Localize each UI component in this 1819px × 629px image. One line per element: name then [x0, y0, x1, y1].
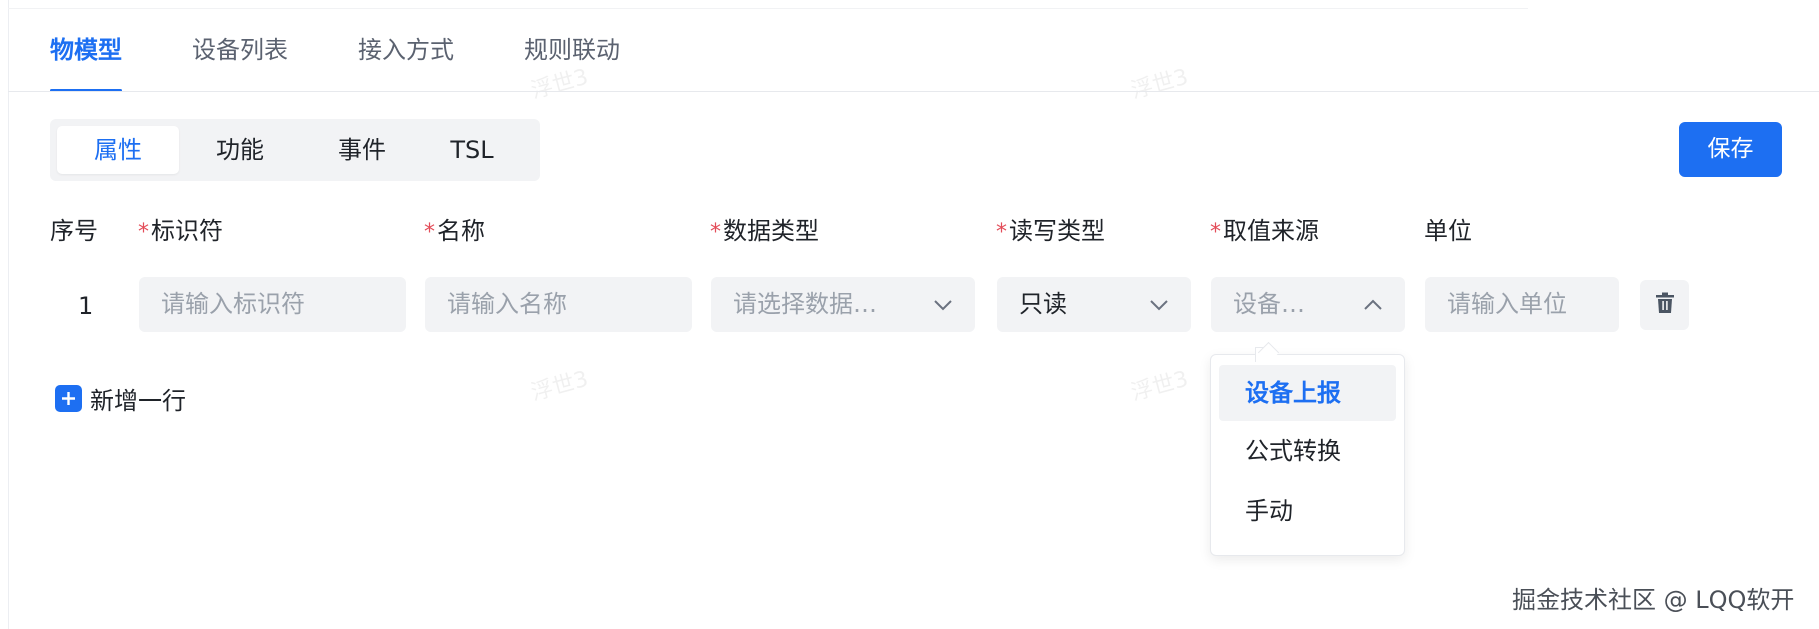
- column-header-data-type: *数据类型: [710, 211, 819, 246]
- column-label: 名称: [437, 217, 485, 245]
- column-header-unit: 单位: [1424, 217, 1472, 245]
- tab-rule-linkage[interactable]: 规则联动: [524, 28, 620, 92]
- footer-watermark: 掘金技术社区 @ LQQ软开: [1512, 586, 1795, 614]
- tab-device-list[interactable]: 设备列表: [192, 28, 288, 92]
- required-mark: *: [710, 220, 721, 245]
- required-mark: *: [138, 220, 149, 245]
- required-mark: *: [1210, 220, 1221, 245]
- segment-tsl[interactable]: TSL: [411, 126, 533, 174]
- trash-icon: [1655, 292, 1675, 318]
- dropdown-option-device-report[interactable]: 设备上报: [1219, 365, 1396, 421]
- required-mark: *: [996, 220, 1007, 245]
- rw-type-select[interactable]: 只读: [997, 277, 1191, 332]
- rw-type-value: 只读: [1019, 290, 1067, 318]
- dropdown-option-manual[interactable]: 手动: [1219, 483, 1396, 539]
- column-label: 读写类型: [1009, 217, 1105, 245]
- value-source-dropdown: 设备上报 公式转换 手动: [1210, 347, 1405, 556]
- required-mark: *: [424, 220, 435, 245]
- segment-functions[interactable]: 功能: [179, 126, 301, 174]
- data-type-select[interactable]: 请选择数据…: [711, 277, 975, 332]
- chevron-down-icon: [933, 277, 953, 332]
- column-label: 标识符: [151, 217, 223, 245]
- save-button[interactable]: 保存: [1679, 122, 1782, 177]
- unit-input[interactable]: 请输入单位: [1425, 277, 1619, 332]
- column-header-index: 序号: [50, 217, 98, 245]
- add-row-button[interactable]: 新增一行: [55, 381, 186, 416]
- column-label: 取值来源: [1223, 217, 1319, 245]
- delete-row-button[interactable]: [1640, 280, 1689, 330]
- tab-thing-model[interactable]: 物模型: [50, 28, 122, 92]
- data-type-placeholder: 请选择数据…: [733, 290, 877, 318]
- value-source-placeholder: 设备…: [1233, 290, 1305, 318]
- chevron-up-icon: [1363, 277, 1383, 332]
- value-source-select[interactable]: 设备…: [1211, 277, 1405, 332]
- column-header-value-source: *取值来源: [1210, 211, 1319, 246]
- top-tabs: 物模型 设备列表 接入方式 规则联动: [50, 28, 690, 92]
- column-header-name: *名称: [424, 211, 485, 246]
- segment-control: 属性 功能 事件 TSL: [50, 119, 540, 181]
- column-header-rw-type: *读写类型: [996, 211, 1105, 246]
- column-label: 数据类型: [723, 217, 819, 245]
- dropdown-option-formula[interactable]: 公式转换: [1219, 423, 1396, 479]
- plus-icon: [55, 385, 82, 412]
- identifier-input[interactable]: 请输入标识符: [139, 277, 406, 332]
- add-row-label: 新增一行: [90, 387, 186, 415]
- tabs-divider: [8, 91, 1819, 92]
- segment-events[interactable]: 事件: [301, 126, 423, 174]
- chevron-down-icon: [1149, 277, 1169, 332]
- top-border: [8, 0, 1528, 9]
- name-input[interactable]: 请输入名称: [425, 277, 692, 332]
- row-index: 1: [78, 292, 94, 320]
- column-header-identifier: *标识符: [138, 211, 223, 246]
- tab-access-method[interactable]: 接入方式: [358, 28, 454, 92]
- segment-attributes[interactable]: 属性: [57, 126, 179, 174]
